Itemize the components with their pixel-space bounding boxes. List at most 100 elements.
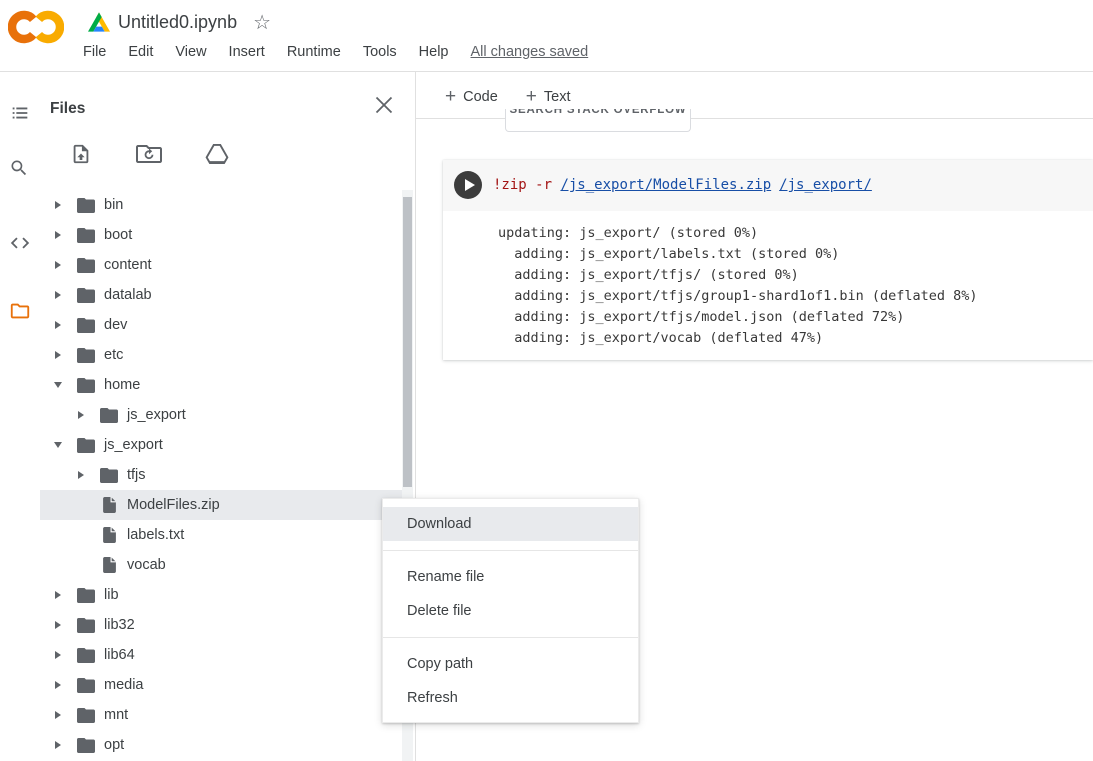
plus-icon: + [526,88,537,106]
folder-icon [100,468,118,483]
add-code-label: Code [463,89,498,105]
tree-item-label: bin [104,197,123,213]
output-line: adding: js_export/tfjs/model.json (defla… [498,307,1085,328]
menu-item-insert[interactable]: Insert [229,44,265,60]
chevron-right-icon[interactable] [52,649,64,661]
files-panel: Files bin boot content datalab devetc home js_… [40,72,415,761]
context-menu-item-copy-path[interactable]: Copy path [383,647,638,681]
tree-item-ModelFiles.zip[interactable]: ModelFiles.zip [40,490,402,520]
tree-item-labels.txt[interactable]: labels.txt [40,520,402,550]
code-cell-input[interactable]: !zip -r /js_export/ModelFiles.zip/js_exp… [443,160,1093,211]
code-cell: !zip -r /js_export/ModelFiles.zip/js_exp… [443,160,1093,360]
folder-icon [77,258,95,273]
context-menu-item-delete-file[interactable]: Delete file [383,594,638,628]
menu-item-runtime[interactable]: Runtime [287,44,341,60]
tree-item-home[interactable]: home [40,370,402,400]
refresh-folder-icon[interactable] [136,142,162,166]
tree-item-label: labels.txt [127,527,184,543]
arrow-placeholder [75,499,87,511]
search-stack-overflow-button[interactable]: SEARCH STACK OVERFLOW [505,109,691,132]
chevron-down-icon[interactable] [52,379,64,391]
scrollbar-thumb[interactable] [403,197,412,487]
code-snippets-icon[interactable] [9,232,31,254]
chevron-right-icon[interactable] [52,679,64,691]
chevron-right-icon[interactable] [52,259,64,271]
file-icon [100,497,118,513]
chevron-right-icon[interactable] [75,409,87,421]
file-icon [100,557,118,573]
context-menu-item-refresh[interactable]: Refresh [383,681,638,715]
tree-item-content[interactable]: content [40,250,402,280]
add-text-label: Text [544,89,571,105]
mount-drive-icon[interactable] [204,142,230,166]
tree-item-vocab[interactable]: vocab [40,550,402,580]
chevron-down-icon[interactable] [52,439,64,451]
files-panel-title: Files [50,100,85,118]
folder-icon [77,618,95,633]
chevron-right-icon[interactable] [52,709,64,721]
star-icon[interactable]: ☆ [253,10,271,35]
close-icon[interactable] [375,96,395,116]
tree-item-etc[interactable]: etc [40,340,402,370]
chevron-right-icon[interactable] [52,229,64,241]
tree-item-lib[interactable]: lib [40,580,402,610]
tree-item-label: boot [104,227,132,243]
chevron-right-icon[interactable] [52,289,64,301]
tree-item-lib64[interactable]: lib64 [40,640,402,670]
tree-item-opt[interactable]: opt [40,730,402,760]
tree-item-label: lib32 [104,617,135,633]
tree-item-boot[interactable]: boot [40,220,402,250]
menu-item-file[interactable]: File [83,44,106,60]
file-icon [100,527,118,543]
folder-icon [77,288,95,303]
tree-item-tfjs[interactable]: tfjs [40,460,402,490]
tree-item-dev[interactable]: dev [40,310,402,340]
search-icon[interactable] [9,158,31,180]
files-tab-folder-icon[interactable] [9,300,31,322]
add-text-button[interactable]: + Text [526,88,571,106]
menu-item-help[interactable]: Help [419,44,449,60]
chevron-right-icon[interactable] [52,739,64,751]
chevron-right-icon[interactable] [52,589,64,601]
colab-logo[interactable] [8,7,64,47]
chevron-right-icon[interactable] [52,199,64,211]
add-code-button[interactable]: + Code [445,88,498,106]
menu-item-tools[interactable]: Tools [363,44,397,60]
tree-item-label: vocab [127,557,166,573]
changes-status[interactable]: All changes saved [471,44,589,60]
chevron-right-icon[interactable] [52,319,64,331]
tree-item-js_export[interactable]: js_export [40,400,402,430]
folder-icon [77,318,95,333]
tree-item-js_export[interactable]: js_export [40,430,402,460]
notebook-title-row: Untitled0.ipynb ☆ [88,9,271,35]
output-line: adding: js_export/tfjs/ (stored 0%) [498,265,1085,286]
menu-item-view[interactable]: View [175,44,206,60]
table-of-contents-icon[interactable] [9,102,31,124]
context-menu-item-download[interactable]: Download [383,507,638,541]
tree-item-mnt[interactable]: mnt [40,700,402,730]
chevron-right-icon[interactable] [52,349,64,361]
chevron-right-icon[interactable] [52,619,64,631]
tree-item-label: media [104,677,144,693]
tree-item-label: content [104,257,152,273]
folder-icon [100,408,118,423]
folder-icon [77,348,95,363]
menu-bar: File Edit View Insert Runtime Tools Help All ch… [83,44,588,60]
tree-item-lib32[interactable]: lib32 [40,610,402,640]
notebook-title[interactable]: Untitled0.ipynb [118,12,237,33]
code-line[interactable]: !zip -r /js_export/ModelFiles.zip/js_exp… [493,177,872,193]
menu-item-edit[interactable]: Edit [128,44,153,60]
tree-item-label: datalab [104,287,152,303]
upload-icon[interactable] [68,142,94,166]
tree-item-label: opt [104,737,124,753]
tree-item-label: tfjs [127,467,146,483]
run-cell-button[interactable] [454,171,482,199]
tree-item-bin[interactable]: bin [40,190,402,220]
tree-item-label: lib [104,587,119,603]
tree-item-label: home [104,377,140,393]
tree-item-media[interactable]: media [40,670,402,700]
chevron-right-icon[interactable] [75,469,87,481]
context-menu-item-rename-file[interactable]: Rename file [383,560,638,594]
tree-item-datalab[interactable]: datalab [40,280,402,310]
code-command: !zip -r [493,177,560,193]
